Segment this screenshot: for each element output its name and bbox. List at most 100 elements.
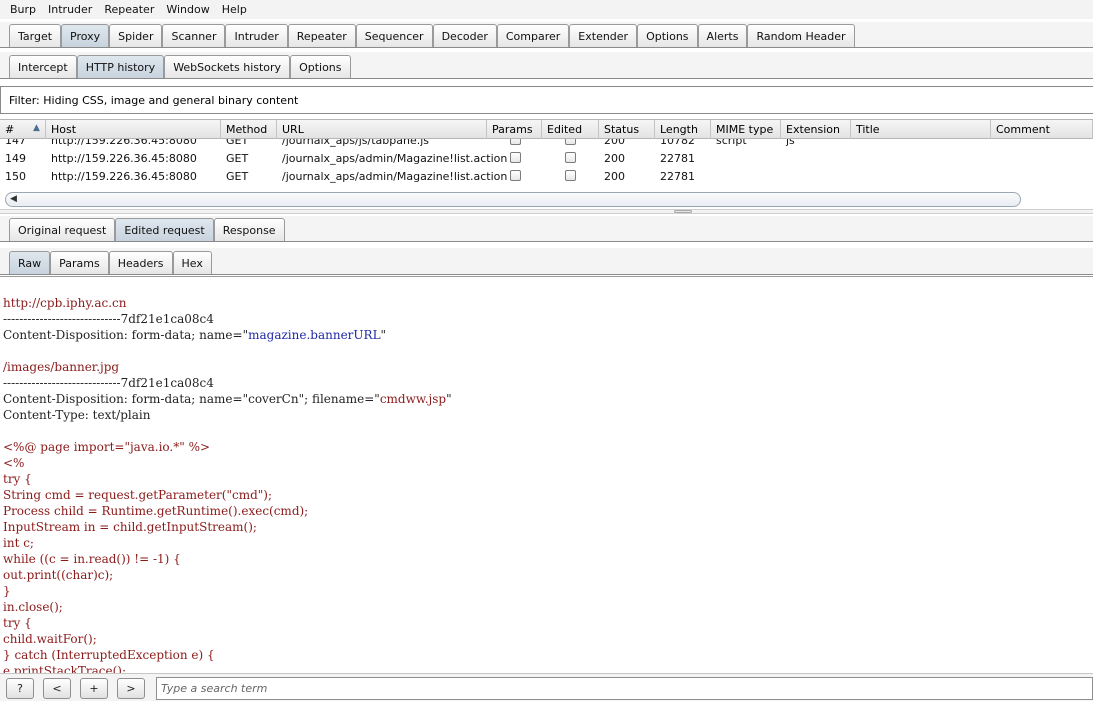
tab-proxy[interactable]: Proxy	[61, 24, 110, 47]
menu-intruder[interactable]: Intruder	[42, 3, 98, 16]
column-header-label: Title	[856, 123, 880, 136]
menu-burp[interactable]: Burp	[4, 3, 42, 16]
column-header-label: Params	[492, 123, 533, 136]
code-line: Content-Disposition: form-data; name="ma…	[3, 327, 386, 343]
params-checkbox[interactable]	[510, 139, 521, 145]
tab-spider[interactable]: Spider	[109, 24, 163, 47]
proxy-tab-bar: Intercept HTTP history WebSockets history O…	[0, 52, 1093, 79]
code-token: <%	[3, 456, 25, 470]
view-tab-hex[interactable]: Hex	[172, 251, 212, 274]
pane-splitter[interactable]	[0, 209, 1093, 214]
code-token: } catch (InterruptedException e) {	[3, 648, 215, 662]
code-token: try {	[3, 616, 32, 630]
column-header-mime-type[interactable]: MIME type	[711, 120, 781, 139]
scroll-left-icon[interactable]: ◀	[10, 194, 17, 204]
column-header-edited[interactable]: Edited	[542, 120, 599, 139]
code-line: InputStream in = child.getInputStream();	[3, 519, 257, 535]
tab-target[interactable]: Target	[9, 24, 62, 47]
splitter-grip-icon[interactable]	[674, 210, 692, 213]
params-checkbox[interactable]	[510, 152, 521, 163]
proxy-tab-intercept[interactable]: Intercept	[9, 55, 77, 78]
tab-alerts[interactable]: Alerts	[697, 24, 748, 47]
code-line: int c;	[3, 535, 34, 551]
code-line: Process child = Runtime.getRuntime().exe…	[3, 503, 308, 519]
cell-ext	[781, 149, 786, 167]
help-button[interactable]: ?	[6, 678, 34, 699]
code-token: Content-Disposition: form-data; name="	[3, 328, 249, 342]
code-line: out.print((char)c);	[3, 567, 113, 583]
column-header-label: Extension	[786, 123, 841, 136]
column-header-host[interactable]: Host	[46, 120, 221, 139]
proxy-tab-websockets-history[interactable]: WebSockets history	[164, 55, 291, 78]
column-header-length[interactable]: Length	[655, 120, 711, 139]
request-tab-edited-request[interactable]: Edited request	[115, 218, 214, 241]
code-token: Content-Disposition: form-data; name="co…	[3, 392, 380, 406]
table-row[interactable]: 147 http://159.226.36.45:8080 GET/journalx…	[0, 139, 1093, 149]
code-line: try {	[3, 471, 32, 487]
tab-repeater[interactable]: Repeater	[287, 24, 356, 47]
cell-status: 200	[604, 139, 625, 147]
table-row[interactable]: 150 http://159.226.36.45:8080 GET/journalx…	[0, 167, 1093, 185]
edited-checkbox[interactable]	[565, 139, 576, 145]
column-header-status[interactable]: Status	[599, 120, 655, 139]
cell-mime	[711, 167, 716, 185]
request-tab-response[interactable]: Response	[213, 218, 285, 241]
request-tab-original-request[interactable]: Original request	[9, 218, 116, 241]
proxy-tab-options[interactable]: Options	[290, 55, 351, 78]
code-token: http://cpb.iphy.ac.cn	[3, 296, 127, 310]
view-tab-params[interactable]: Params	[50, 251, 109, 274]
tab-extender[interactable]: Extender	[569, 24, 638, 47]
partial-row-clip: 147 http://159.226.36.45:8080 GET/journalx…	[0, 139, 1093, 149]
menu-repeater[interactable]: Repeater	[98, 3, 160, 16]
tab-sequencer[interactable]: Sequencer	[355, 24, 433, 47]
column-header-url[interactable]: URL	[277, 120, 487, 139]
column-header-method[interactable]: Method	[221, 120, 277, 139]
request-tab-bar: Original request Edited request Response	[0, 216, 1093, 242]
code-token: out.print((char)c);	[3, 568, 114, 582]
column-header-title[interactable]: Title	[851, 120, 991, 139]
tab-random-header[interactable]: Random Header	[747, 24, 855, 47]
tab-decoder[interactable]: Decoder	[432, 24, 497, 47]
column-header-label: Edited	[547, 123, 583, 136]
proxy-tab-http-history[interactable]: HTTP history	[76, 55, 165, 78]
tab-options[interactable]: Options	[637, 24, 698, 47]
column-header-number[interactable]: # ▲	[0, 120, 46, 139]
previous-match-button[interactable]: <	[43, 678, 71, 699]
code-token: -----------------------------7df21e1ca08…	[3, 376, 214, 390]
code-line: Content-Disposition: form-data; name="co…	[3, 391, 452, 407]
code-line: child.waitFor();	[3, 631, 97, 647]
cell-mime: script	[716, 139, 747, 147]
edited-checkbox[interactable]	[565, 170, 576, 181]
tab-comparer[interactable]: Comparer	[496, 24, 570, 47]
table-row[interactable]: 149 http://159.226.36.45:8080 GET/journalx…	[0, 149, 1093, 167]
column-header-params[interactable]: Params	[487, 120, 542, 139]
search-field[interactable]	[156, 677, 1093, 700]
horizontal-scrollbar[interactable]: ◀	[5, 192, 1021, 207]
cell-status: 200	[604, 169, 625, 183]
view-tab-raw[interactable]: Raw	[9, 251, 51, 274]
column-header-extension[interactable]: Extension	[781, 120, 851, 139]
menu-window[interactable]: Window	[160, 3, 215, 16]
code-token: e.printStackTrace();	[3, 664, 127, 673]
code-token: Content-Type: text/plain	[3, 408, 151, 422]
edited-checkbox[interactable]	[565, 152, 576, 163]
main-tab-bar: Target Proxy Spider Scanner Intruder Repeater…	[0, 22, 1093, 48]
code-line: in.close();	[3, 599, 63, 615]
tab-intruder[interactable]: Intruder	[225, 24, 288, 47]
column-header-comment[interactable]: Comment	[991, 120, 1093, 139]
code-token: "	[446, 392, 452, 406]
menu-help[interactable]: Help	[216, 3, 253, 16]
code-line: } catch (InterruptedException e) {	[3, 647, 215, 663]
history-table: # ▲ Host Method URL Params Edited Status Length M…	[0, 119, 1093, 185]
tab-scanner[interactable]: Scanner	[162, 24, 226, 47]
view-tab-headers[interactable]: Headers	[108, 251, 173, 274]
code-line: while ((c = in.read()) != -1) {	[3, 551, 181, 567]
filter-bar[interactable]: Filter: Hiding CSS, image and general bi…	[0, 86, 1093, 114]
message-editor[interactable]: http://cpb.iphy.ac.cn -------------------…	[0, 276, 1093, 673]
search-options-button[interactable]: +	[80, 678, 108, 699]
cell-method: GET	[226, 169, 249, 183]
search-input[interactable]	[157, 678, 1092, 699]
next-match-button[interactable]: >	[117, 678, 145, 699]
code-token: /images/banner.jpg	[3, 360, 120, 374]
params-checkbox[interactable]	[510, 170, 521, 181]
